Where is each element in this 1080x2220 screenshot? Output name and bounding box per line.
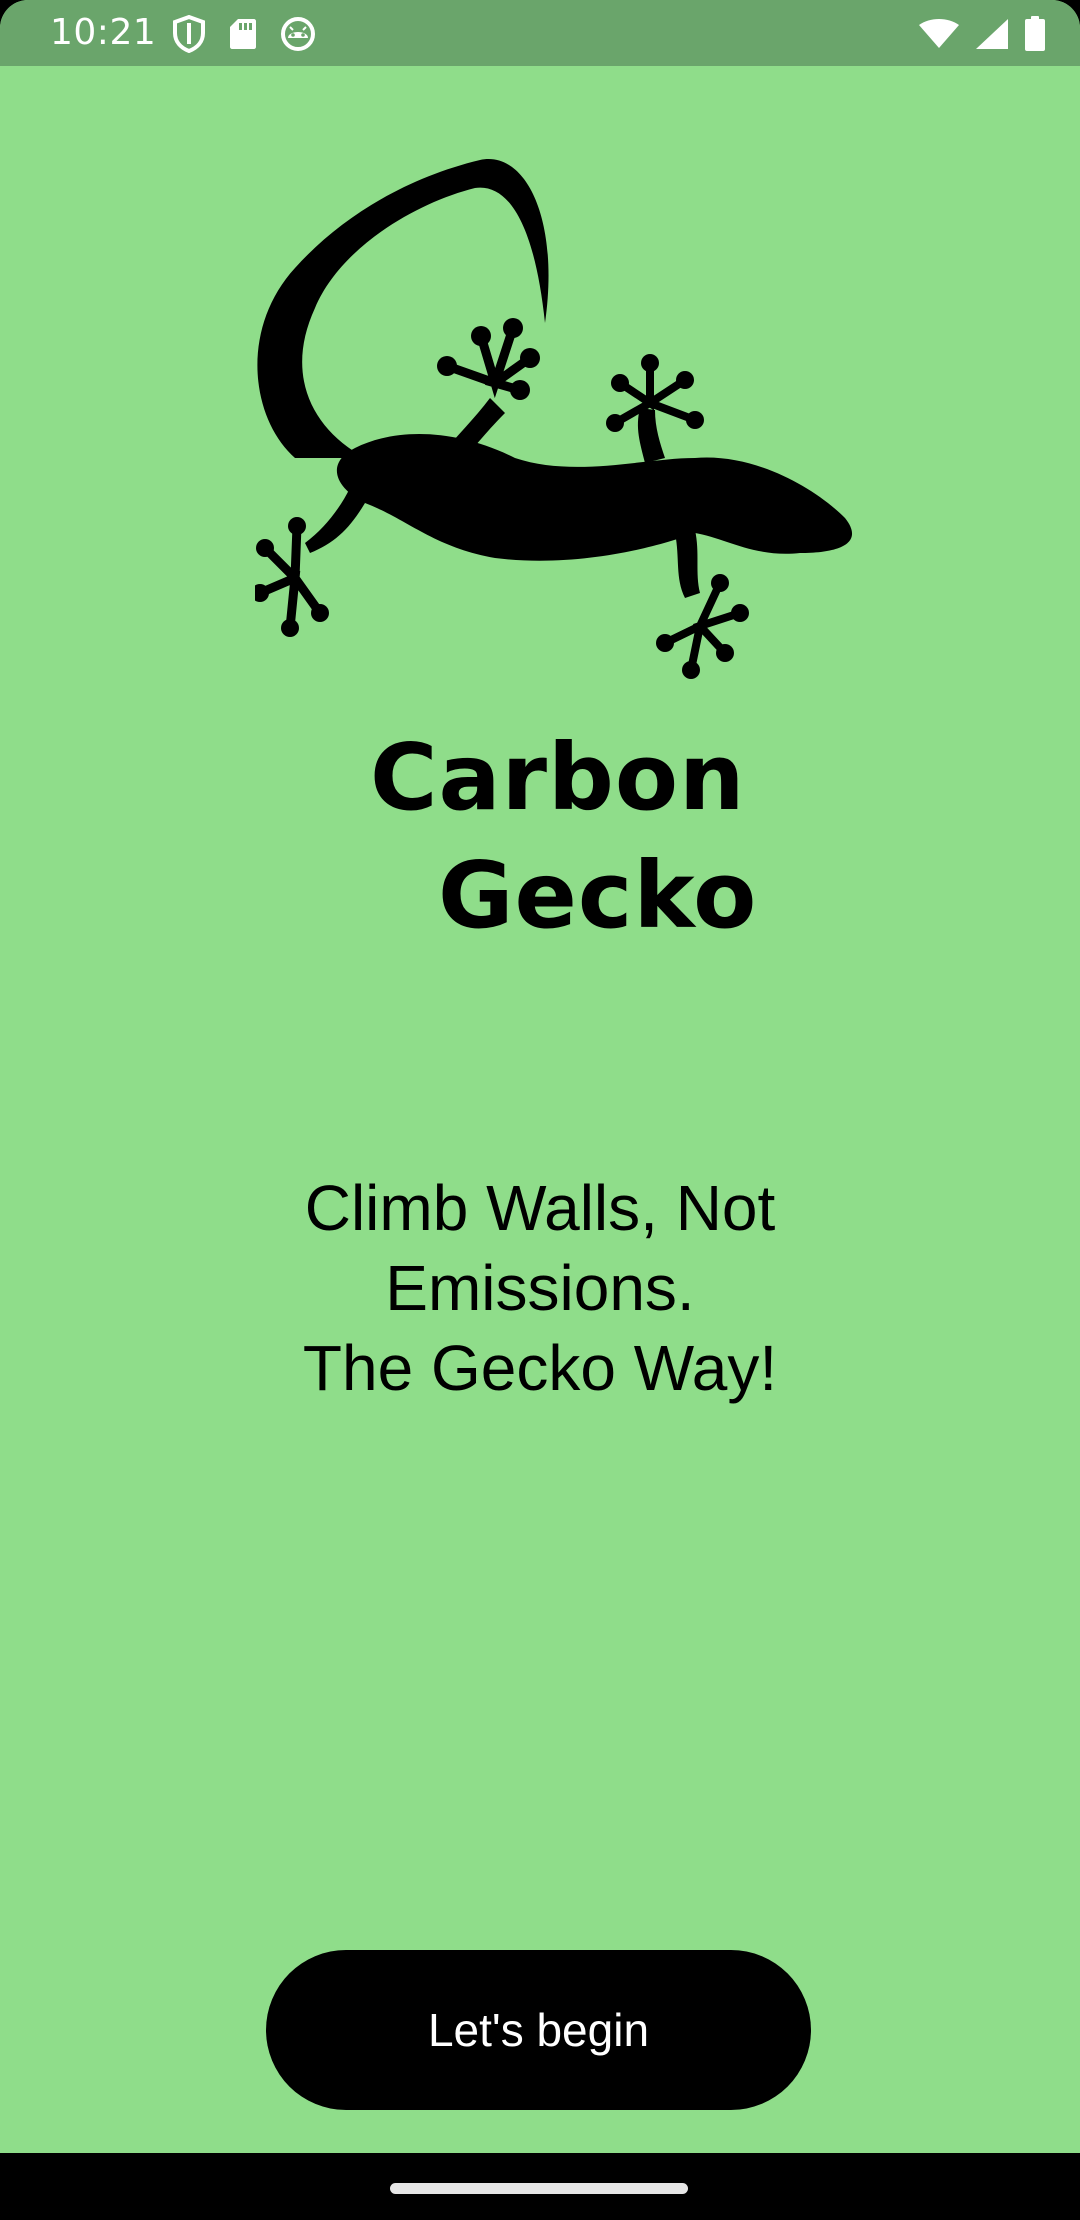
- cell-signal-icon: [974, 17, 1010, 51]
- battery-icon: [1024, 16, 1046, 52]
- tagline-line1: Climb Walls, Not: [304, 1172, 776, 1244]
- tagline: Climb Walls, Not Emissions. The Gecko Wa…: [140, 1168, 940, 1408]
- tagline-line3: The Gecko Way!: [302, 1332, 778, 1404]
- navigation-bar: [0, 2153, 1080, 2220]
- app-title-line1: Carbon: [370, 724, 746, 831]
- lets-begin-button[interactable]: Let's begin: [266, 1950, 811, 2110]
- wifi-icon: [918, 18, 960, 50]
- tagline-line2: Emissions.: [385, 1252, 695, 1324]
- home-indicator[interactable]: [390, 2183, 688, 2194]
- status-left-icons: [172, 14, 316, 54]
- app-title-line2: Gecko: [438, 842, 758, 949]
- shield-icon: [172, 15, 206, 53]
- status-bar: 10:21: [0, 0, 1080, 66]
- gecko-logo: [251, 158, 860, 688]
- app-title: Carbon Gecko: [0, 720, 1080, 970]
- welcome-screen: 10:21 Carbon Gecko Climb Walls, Not Emis…: [0, 0, 1080, 2220]
- android-face-icon: [280, 16, 316, 52]
- status-time: 10:21: [50, 12, 157, 53]
- status-right-icons: [918, 14, 1046, 54]
- sd-card-icon: [228, 17, 258, 51]
